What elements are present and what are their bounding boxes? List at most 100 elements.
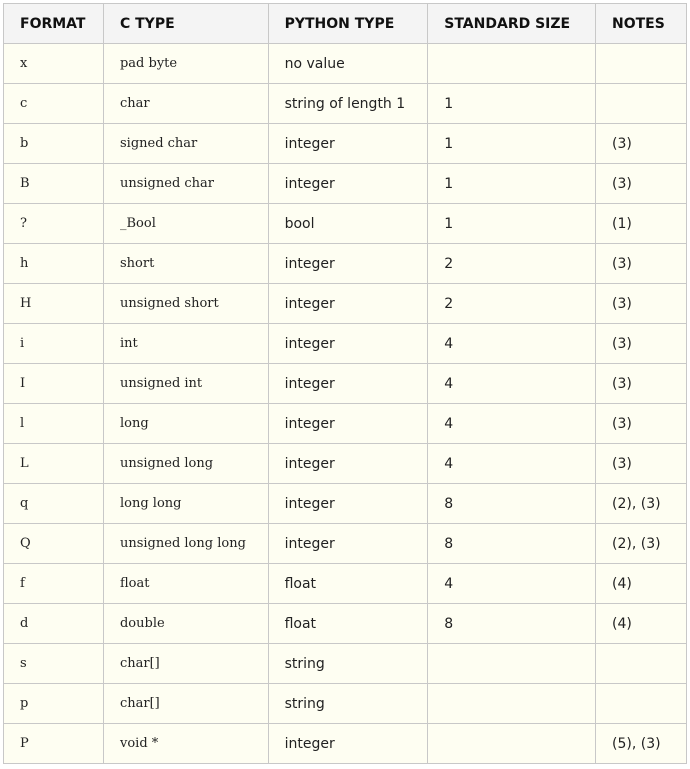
cell-python-type: float bbox=[267, 563, 429, 604]
cell-c-type: short bbox=[102, 243, 269, 284]
cell-standard-size: 1 bbox=[427, 203, 596, 244]
cell-python-type: integer bbox=[267, 403, 429, 444]
cell-notes: (2), (3) bbox=[595, 483, 687, 524]
table-row: Iunsigned int integer 4 (3) bbox=[3, 363, 687, 404]
cell-format: h bbox=[3, 243, 104, 284]
cell-python-type: integer bbox=[267, 523, 429, 564]
cell-python-type: string of length 1 bbox=[267, 83, 429, 124]
cell-notes: (5), (3) bbox=[595, 723, 687, 764]
cell-python-type: integer bbox=[267, 483, 429, 524]
cell-format: q bbox=[3, 483, 104, 524]
cell-c-type: signed char bbox=[102, 123, 269, 164]
cell-python-type: integer bbox=[267, 123, 429, 164]
cell-standard-size: 1 bbox=[427, 123, 596, 164]
cell-standard-size: 4 bbox=[427, 403, 596, 444]
cell-notes bbox=[595, 83, 687, 124]
header-standard-size: STANDARD SIZE bbox=[427, 3, 596, 44]
cell-standard-size: 2 bbox=[427, 283, 596, 324]
cell-standard-size: 2 bbox=[427, 243, 596, 284]
cell-notes: (3) bbox=[595, 163, 687, 204]
cell-standard-size bbox=[427, 723, 596, 764]
table-row: h short integer 2 (3) bbox=[3, 243, 687, 284]
cell-c-type: int bbox=[102, 323, 269, 364]
table-row: c char string of length 11 bbox=[3, 83, 687, 124]
cell-c-type: void * bbox=[102, 723, 269, 764]
table-row: Hunsigned short integer 2 (3) bbox=[3, 283, 687, 324]
cell-standard-size: 1 bbox=[427, 83, 596, 124]
cell-python-type: string bbox=[267, 643, 429, 684]
table-row: q long long integer 8 (2), (3) bbox=[3, 483, 687, 524]
cell-standard-size bbox=[427, 43, 596, 84]
cell-standard-size: 1 bbox=[427, 163, 596, 204]
cell-format: b bbox=[3, 123, 104, 164]
cell-format: x bbox=[3, 43, 104, 84]
table-row: x pad byte no value bbox=[3, 43, 687, 84]
cell-notes: (2), (3) bbox=[595, 523, 687, 564]
cell-notes: (1) bbox=[595, 203, 687, 244]
cell-standard-size: 8 bbox=[427, 483, 596, 524]
cell-python-type: integer bbox=[267, 163, 429, 204]
cell-c-type: float bbox=[102, 563, 269, 604]
table-row: p char[] string bbox=[3, 683, 687, 724]
cell-c-type: unsigned long long bbox=[102, 523, 269, 564]
cell-c-type: double bbox=[102, 603, 269, 644]
cell-c-type: unsigned int bbox=[102, 363, 269, 404]
cell-format: l bbox=[3, 403, 104, 444]
cell-format: ? bbox=[3, 203, 104, 244]
cell-format: d bbox=[3, 603, 104, 644]
cell-format: i bbox=[3, 323, 104, 364]
cell-standard-size bbox=[427, 683, 596, 724]
cell-standard-size: 8 bbox=[427, 603, 596, 644]
cell-standard-size: 4 bbox=[427, 563, 596, 604]
struct-format-table: FORMAT C TYPE PYTHON TYPE STANDARD SIZE … bbox=[3, 3, 687, 764]
cell-c-type: unsigned long bbox=[102, 443, 269, 484]
header-notes: NOTES bbox=[595, 3, 687, 44]
cell-format: L bbox=[3, 443, 104, 484]
cell-format: s bbox=[3, 643, 104, 684]
cell-notes: (3) bbox=[595, 283, 687, 324]
header-python-type: PYTHON TYPE bbox=[267, 3, 429, 44]
cell-python-type: integer bbox=[267, 443, 429, 484]
cell-python-type: float bbox=[267, 603, 429, 644]
cell-format: I bbox=[3, 363, 104, 404]
cell-python-type: integer bbox=[267, 323, 429, 364]
cell-notes: (4) bbox=[595, 563, 687, 604]
cell-notes: (3) bbox=[595, 363, 687, 404]
cell-notes bbox=[595, 643, 687, 684]
cell-format: B bbox=[3, 163, 104, 204]
cell-standard-size: 4 bbox=[427, 443, 596, 484]
cell-c-type: char[] bbox=[102, 643, 269, 684]
cell-format: p bbox=[3, 683, 104, 724]
cell-c-type: long long bbox=[102, 483, 269, 524]
cell-format: P bbox=[3, 723, 104, 764]
table-row: Lunsigned long integer 4 (3) bbox=[3, 443, 687, 484]
cell-c-type: unsigned char bbox=[102, 163, 269, 204]
cell-format: c bbox=[3, 83, 104, 124]
cell-notes: (3) bbox=[595, 443, 687, 484]
cell-python-type: bool bbox=[267, 203, 429, 244]
cell-notes: (3) bbox=[595, 403, 687, 444]
table-row: d double float 8 (4) bbox=[3, 603, 687, 644]
table-row: l long integer 4 (3) bbox=[3, 403, 687, 444]
cell-format: Q bbox=[3, 523, 104, 564]
cell-notes: (3) bbox=[595, 243, 687, 284]
cell-standard-size bbox=[427, 643, 596, 684]
cell-c-type: _Bool bbox=[102, 203, 269, 244]
table-row: f float float 4 (4) bbox=[3, 563, 687, 604]
cell-c-type: pad byte bbox=[102, 43, 269, 84]
cell-c-type: char[] bbox=[102, 683, 269, 724]
cell-format: H bbox=[3, 283, 104, 324]
header-row: FORMAT C TYPE PYTHON TYPE STANDARD SIZE … bbox=[3, 3, 687, 44]
header-c-type: C TYPE bbox=[102, 3, 269, 44]
cell-c-type: char bbox=[102, 83, 269, 124]
cell-standard-size: 4 bbox=[427, 363, 596, 404]
table-row: Qunsigned long long integer 8 (2), (3) bbox=[3, 523, 687, 564]
cell-notes bbox=[595, 43, 687, 84]
cell-standard-size: 8 bbox=[427, 523, 596, 564]
table-row: b signed char integer 1 (3) bbox=[3, 123, 687, 164]
cell-notes: (4) bbox=[595, 603, 687, 644]
cell-notes: (3) bbox=[595, 123, 687, 164]
header-format: FORMAT bbox=[3, 3, 104, 44]
table-row: i int integer 4 (3) bbox=[3, 323, 687, 364]
cell-python-type: no value bbox=[267, 43, 429, 84]
